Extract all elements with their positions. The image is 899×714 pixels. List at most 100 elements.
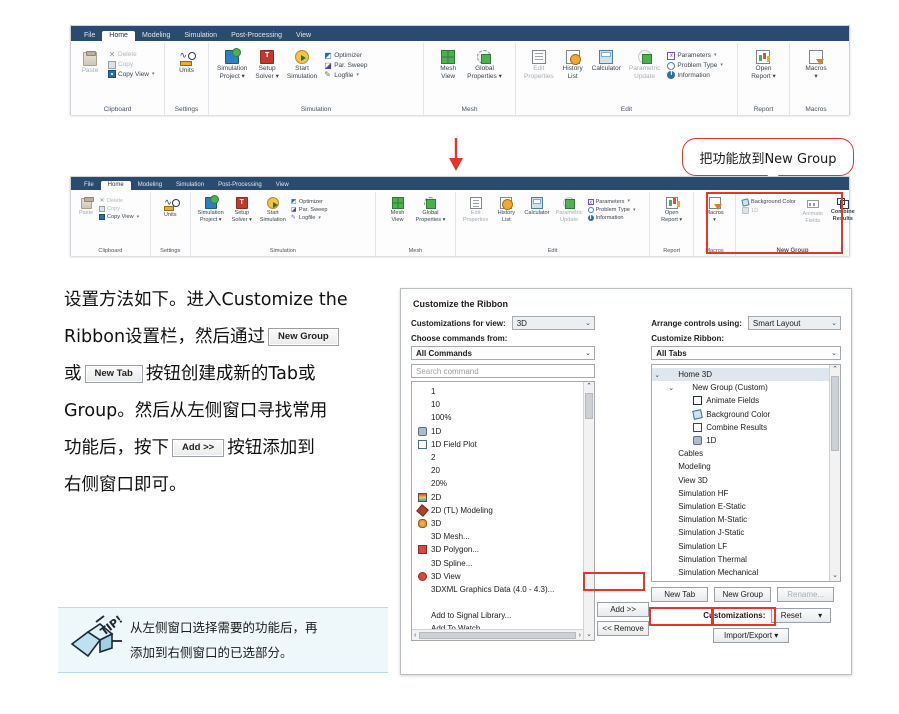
tree-item[interactable]: Simulation HF <box>652 487 840 500</box>
tree-item[interactable]: Background Color <box>652 408 840 421</box>
list-item[interactable]: 2D (TL) Modeling <box>412 504 594 517</box>
list-item[interactable]: 3D Polygon... <box>412 543 594 556</box>
logfile-button[interactable]: ✎ Logfile ▾ <box>324 71 367 81</box>
reset-button[interactable]: Reset ▾ <box>771 608 831 623</box>
remove-button[interactable]: << Remove <box>597 621 649 636</box>
start-simulation-button-2[interactable]: Start Simulation <box>257 197 289 224</box>
delete-button[interactable]: ✕ Delete <box>108 50 154 60</box>
copy-view-button[interactable]: Copy View ▾ <box>108 70 154 80</box>
tab2-home[interactable]: Home <box>101 181 131 190</box>
inline-new-group-button[interactable]: New Group <box>268 328 339 346</box>
parameters-button[interactable]: Parameters ▾ <box>667 51 723 61</box>
chevron-down-icon[interactable]: ▾ <box>152 71 155 79</box>
list-item[interactable]: 1 <box>412 385 594 398</box>
tree-item[interactable]: Simulation M-Static <box>652 513 840 526</box>
import-export-button[interactable]: Import/Export ▾ <box>713 628 789 643</box>
tab-file[interactable]: File <box>77 31 102 41</box>
information-button[interactable]: Information <box>667 71 723 81</box>
problem-type-button[interactable]: Problem Type ▾ <box>667 61 723 71</box>
list-item[interactable]: 3D View <box>412 570 594 583</box>
tree-item[interactable]: Animate Fields <box>652 394 840 407</box>
chevron-down-icon[interactable]: ▾ <box>714 52 717 60</box>
tab2-view[interactable]: View <box>269 181 296 190</box>
list-item[interactable] <box>412 596 594 609</box>
tree-item[interactable]: ⌄Home 3D <box>652 368 840 381</box>
mesh-view-button-2[interactable]: Mesh View <box>383 197 413 224</box>
new-group-button[interactable]: New Group <box>714 587 771 602</box>
left-list-scroll-thumb[interactable] <box>585 393 593 419</box>
tree-item[interactable]: Simulation LF <box>652 539 840 552</box>
chevron-down-icon[interactable]: ▾ <box>356 72 359 80</box>
search-command-input[interactable]: Search command <box>411 364 595 378</box>
tab2-file[interactable]: File <box>77 181 101 190</box>
chevron-down-icon[interactable]: ▾ <box>137 214 140 221</box>
optimizer-button[interactable]: ◩ Optimizer <box>324 51 367 61</box>
copy-button-2[interactable]: Copy <box>99 205 139 213</box>
chevron-down-icon[interactable]: ⌄ <box>668 384 675 392</box>
animate-fields-button[interactable]: Animate Fields <box>798 197 828 225</box>
inline-add-button[interactable]: Add >> <box>172 439 224 457</box>
new-tab-button[interactable]: New Tab <box>651 587 708 602</box>
tree-item[interactable]: 1D <box>652 434 840 447</box>
parametric-update-button-2[interactable]: Parametric Update <box>553 197 586 224</box>
tree-item[interactable]: ⌄New Group (Custom) <box>652 381 840 394</box>
tab-post-processing[interactable]: Post-Processing <box>224 31 289 41</box>
customizations-for-view-select[interactable]: 3D ⌄ <box>512 316 595 330</box>
combine-results-button[interactable]: Combine Results <box>828 197 858 223</box>
par-sweep-button[interactable]: ◪ Par. Sweep <box>324 61 367 71</box>
list-item[interactable]: 100% <box>412 411 594 424</box>
calculator-button-2[interactable]: Calculator <box>521 197 552 217</box>
tree-item[interactable]: Combine Results <box>652 421 840 434</box>
parameters-button-2[interactable]: Parameters ▾ <box>588 198 636 206</box>
inline-new-tab-button[interactable]: New Tab <box>85 365 143 383</box>
delete-button-2[interactable]: ✕ Delete <box>99 197 139 205</box>
list-item[interactable]: 3D Spline... <box>412 556 594 569</box>
tree-item[interactable]: Simulation J-Static <box>652 526 840 539</box>
tree-item[interactable]: View 3D <box>652 474 840 487</box>
chevron-down-icon[interactable]: ▾ <box>318 215 321 222</box>
units-button[interactable]: Units <box>172 51 202 75</box>
chevron-down-icon[interactable]: ⌄ <box>654 371 661 379</box>
list-item[interactable]: 1D Field Plot <box>412 438 594 451</box>
left-list-hscroll-thumb[interactable] <box>419 632 575 639</box>
global-properties-button[interactable]: Global Properties ▾ <box>463 49 506 81</box>
list-item[interactable]: 3D <box>412 517 594 530</box>
tree-item[interactable]: Modeling <box>652 460 840 473</box>
simulation-project-button-2[interactable]: Simulation Project ▾ <box>195 197 227 224</box>
macros-button-2[interactable]: Macros ▾ <box>700 197 730 224</box>
right-list-scroll-thumb[interactable] <box>831 376 839 451</box>
paste-button[interactable]: Paste <box>75 51 105 75</box>
paste-button-2[interactable]: Paste <box>75 198 97 217</box>
list-item[interactable]: 10 <box>412 398 594 411</box>
tree-item[interactable]: Simulation Mechanical <box>652 566 840 579</box>
tab-view[interactable]: View <box>289 31 318 41</box>
list-item[interactable]: 2D <box>412 491 594 504</box>
calculator-button[interactable]: Calculator <box>588 49 625 73</box>
list-item[interactable]: 2 <box>412 451 594 464</box>
parametric-update-button[interactable]: Parametric Update <box>625 49 664 81</box>
tree-item[interactable]: Cables <box>652 447 840 460</box>
tab2-post-processing[interactable]: Post-Processing <box>211 181 269 190</box>
scroll-up-icon[interactable]: ⌃ <box>586 382 592 392</box>
list-item[interactable]: 3DXML Graphics Data (4.0 - 4.3)... <box>412 583 594 596</box>
open-report-button-2[interactable]: Open Report ▾ <box>657 197 687 224</box>
ribbon-tree-listbox[interactable]: ⌄Home 3D⌄New Group (Custom)Animate Field… <box>651 364 841 582</box>
chevron-down-icon[interactable]: ▾ <box>627 198 630 205</box>
logfile-button-2[interactable]: ✎ Logfile ▾ <box>291 214 328 222</box>
tree-item[interactable]: Simulation PIC <box>652 579 840 582</box>
macros-button[interactable]: Macros ▾ <box>801 49 831 81</box>
tab2-simulation[interactable]: Simulation <box>169 181 211 190</box>
rename-button[interactable]: Rename... <box>777 587 834 602</box>
list-item[interactable]: 20 <box>412 464 594 477</box>
list-item[interactable]: Add to Signal Library... <box>412 609 594 622</box>
mesh-view-button[interactable]: Mesh View <box>433 49 463 81</box>
scroll-down-icon[interactable]: ⌄ <box>832 571 838 581</box>
chevron-down-icon[interactable]: ▾ <box>720 62 723 70</box>
arrange-controls-select[interactable]: Smart Layout ⌄ <box>748 316 841 330</box>
list-item[interactable]: 3D Mesh... <box>412 530 594 543</box>
edit-properties-button[interactable]: Edit Properties <box>520 49 558 81</box>
add-button[interactable]: Add >> <box>597 602 649 617</box>
scroll-up-icon[interactable]: ⌃ <box>832 365 838 375</box>
tree-item[interactable]: Simulation E-Static <box>652 500 840 513</box>
tree-item[interactable]: Simulation Thermal <box>652 553 840 566</box>
